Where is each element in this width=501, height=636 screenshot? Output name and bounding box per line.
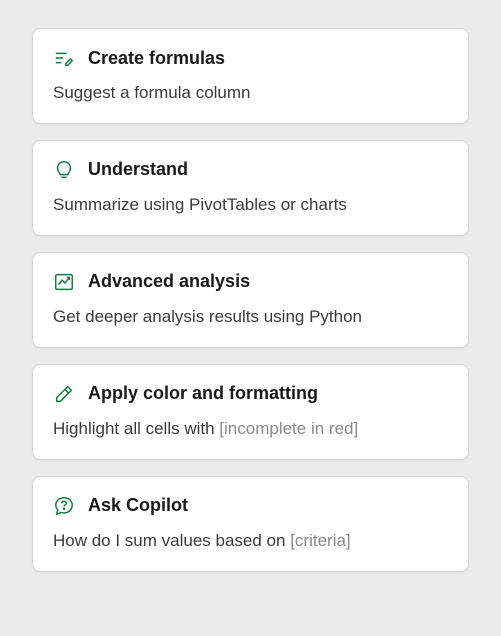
card-header: Advanced analysis	[53, 271, 448, 293]
edit-pen-icon	[53, 383, 75, 405]
card-header: Ask Copilot	[53, 495, 448, 517]
card-placeholder: [criteria]	[290, 531, 350, 550]
card-title: Apply color and formatting	[88, 383, 318, 404]
card-description-text: Highlight all cells with	[53, 419, 219, 438]
card-title: Create formulas	[88, 48, 225, 69]
card-description: Get deeper analysis results using Python	[53, 306, 448, 329]
card-description: Summarize using PivotTables or charts	[53, 194, 448, 217]
card-advanced-analysis[interactable]: Advanced analysis Get deeper analysis re…	[32, 252, 469, 348]
formula-pen-icon	[53, 47, 75, 69]
card-description-text: How do I sum values based on	[53, 531, 290, 550]
lightbulb-icon	[53, 159, 75, 181]
card-header: Create formulas	[53, 47, 448, 69]
chat-question-icon	[53, 495, 75, 517]
card-ask-copilot[interactable]: Ask Copilot How do I sum values based on…	[32, 476, 469, 572]
card-apply-formatting[interactable]: Apply color and formatting Highlight all…	[32, 364, 469, 460]
chart-line-icon	[53, 271, 75, 293]
card-description: How do I sum values based on [criteria]	[53, 530, 448, 553]
card-title: Ask Copilot	[88, 495, 188, 516]
card-description: Highlight all cells with [incomplete in …	[53, 418, 448, 441]
card-understand[interactable]: Understand Summarize using PivotTables o…	[32, 140, 469, 236]
card-description-text: Suggest a formula column	[53, 83, 251, 102]
card-title: Understand	[88, 159, 188, 180]
card-placeholder: [incomplete in red]	[219, 419, 358, 438]
card-title: Advanced analysis	[88, 271, 250, 292]
card-description-text: Get deeper analysis results using Python	[53, 307, 362, 326]
card-description: Suggest a formula column	[53, 82, 448, 105]
card-create-formulas[interactable]: Create formulas Suggest a formula column	[32, 28, 469, 124]
card-header: Understand	[53, 159, 448, 181]
card-header: Apply color and formatting	[53, 383, 448, 405]
card-description-text: Summarize using PivotTables or charts	[53, 195, 347, 214]
